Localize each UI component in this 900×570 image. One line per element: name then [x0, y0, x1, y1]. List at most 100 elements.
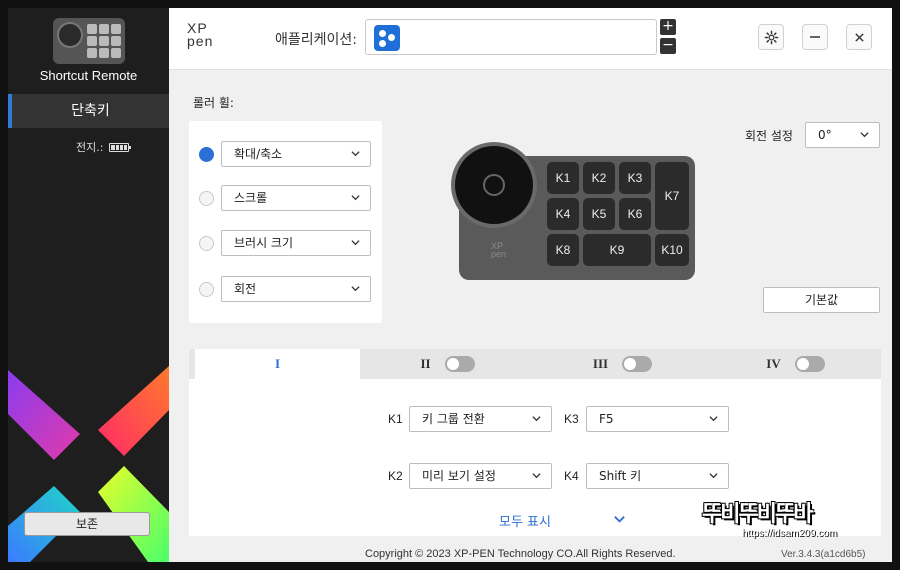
roller-option-row: 확대/축소 [199, 141, 371, 167]
chevron-down-icon [532, 473, 541, 479]
chevron-down-icon [351, 240, 360, 246]
tab-label: II [420, 356, 431, 371]
chevron-down-icon [709, 473, 718, 479]
group-4-toggle[interactable] [794, 356, 825, 372]
show-all-link[interactable]: 모두 표시 [499, 511, 551, 530]
xppen-logo: XP pen [187, 21, 227, 54]
device-key-k1[interactable]: K1 [547, 162, 579, 194]
rotation-value: 0° [818, 128, 832, 142]
key-assign-select-k3[interactable]: F5 [586, 406, 729, 432]
group-2-toggle[interactable] [444, 356, 475, 372]
chevron-down-icon [860, 132, 869, 138]
main-content: 롤러 휠: 확대/축소 스크롤 브러시 크기 회전 XP pen K1 K2 K… [169, 70, 892, 562]
group-3-toggle[interactable] [622, 356, 653, 372]
roller-radio-scroll[interactable] [199, 190, 214, 206]
battery-icon [109, 142, 132, 152]
roller-radio-rotate[interactable] [199, 281, 214, 297]
logo-line2: pen [187, 33, 214, 49]
device-thumbnail-keys [87, 24, 121, 58]
close-icon [854, 32, 864, 42]
gear-icon [764, 30, 778, 44]
key-assign-value: 미리 보기 설정 [422, 469, 496, 483]
key-assign-value: Shift 키 [599, 469, 642, 483]
tab-label: I [274, 356, 281, 371]
save-button[interactable]: 보존 [24, 512, 150, 536]
default-button[interactable]: 기본값 [763, 287, 880, 313]
battery-status: 전지.: [76, 139, 132, 155]
chevron-down-icon [709, 416, 718, 422]
sidebar-item-shortcut[interactable]: 단축키 [8, 94, 169, 128]
tab-group-2[interactable]: II [360, 349, 535, 379]
expand-chevron-icon[interactable] [613, 514, 626, 525]
key-assign-select-k4[interactable]: Shift 키 [586, 463, 729, 489]
roller-option-row: 회전 [199, 276, 371, 302]
device-key-k10[interactable]: K10 [655, 234, 689, 266]
device-key-k8[interactable]: K8 [547, 234, 579, 266]
key-assign-select-k1[interactable]: 키 그룹 전환 [409, 406, 552, 432]
roller-select-scroll[interactable]: 스크롤 [221, 185, 371, 211]
device-key-k5[interactable]: K5 [583, 198, 615, 230]
roller-option-row: 브러시 크기 [199, 230, 371, 256]
roller-radio-zoom[interactable] [199, 146, 214, 162]
roller-select-label: 브러시 크기 [234, 236, 294, 250]
key-group-tabs: I II III IV [189, 349, 881, 379]
rotation-select[interactable]: 0° [805, 122, 880, 148]
tab-group-1[interactable]: I [195, 349, 360, 379]
roller-select-label: 스크롤 [234, 191, 268, 205]
key-assign-label-k1: K1 [388, 412, 403, 426]
battery-label: 전지.: [76, 141, 104, 154]
chevron-down-icon [351, 286, 360, 292]
chevron-down-icon [532, 416, 541, 422]
rotation-setting-label: 회전 설정 [745, 129, 793, 143]
roller-select-rotate[interactable]: 회전 [221, 276, 371, 302]
roller-radio-brush-size[interactable] [199, 235, 214, 251]
key-assign-value: F5 [599, 412, 614, 426]
device-key-k2[interactable]: K2 [583, 162, 615, 194]
watermark-url: https://idsam209.com [742, 528, 838, 539]
device-key-k6[interactable]: K6 [619, 198, 651, 230]
version-text: Ver.3.4.3(a1cd6b5) [781, 549, 866, 560]
sidebar: Shortcut Remote 단축키 전지.: 보존 [8, 8, 169, 562]
roller-wheel-panel: 확대/축소 스크롤 브러시 크기 회전 [189, 121, 382, 323]
header: XP pen 애플리케이션: + − [169, 8, 892, 70]
device-brand-line2: pen [491, 249, 507, 259]
roller-option-row: 스크롤 [199, 185, 371, 211]
app-window: Shortcut Remote 단축키 전지.: 보존 XP pen 애플리케이… [8, 8, 892, 562]
tab-label: III [592, 356, 609, 371]
key-assign-label-k4: K4 [564, 469, 579, 483]
device-thumbnail-knob [57, 22, 83, 48]
key-assign-label-k2: K2 [388, 469, 403, 483]
device-roller-wheel[interactable] [451, 142, 537, 228]
chevron-down-icon [351, 195, 360, 201]
roller-select-brush-size[interactable]: 브러시 크기 [221, 230, 371, 256]
device-key-k7[interactable]: K7 [655, 162, 689, 230]
roller-select-label: 회전 [234, 282, 257, 296]
device-key-k3[interactable]: K3 [619, 162, 651, 194]
close-button[interactable] [846, 24, 872, 50]
all-apps-icon[interactable] [374, 25, 400, 51]
device-name: Shortcut Remote [39, 68, 138, 83]
key-assign-value: 키 그룹 전환 [422, 412, 485, 426]
device-key-k9[interactable]: K9 [583, 234, 651, 266]
application-label: 애플리케이션: [275, 32, 357, 48]
roller-wheel-title: 롤러 휠: [193, 96, 234, 110]
remove-application-button[interactable]: − [660, 38, 676, 54]
device-key-k4[interactable]: K4 [547, 198, 579, 230]
minimize-icon [810, 36, 820, 38]
watermark-text: 뚜비뚜비뚜바 [702, 502, 813, 527]
device-brand-logo: XP pen [491, 242, 507, 259]
application-selector[interactable] [365, 19, 657, 55]
add-application-button[interactable]: + [660, 19, 676, 35]
minimize-button[interactable] [802, 24, 828, 50]
device-thumbnail[interactable] [53, 18, 125, 64]
device-illustration: XP pen K1 K2 K3 K7 K4 K5 K6 K8 K9 K10 [451, 142, 695, 280]
tab-label: IV [766, 356, 781, 371]
copyright-text: Copyright © 2023 XP-PEN Technology CO.Al… [365, 548, 676, 560]
chevron-down-icon [351, 151, 360, 157]
key-assign-select-k2[interactable]: 미리 보기 설정 [409, 463, 552, 489]
tab-group-4[interactable]: IV [710, 349, 881, 379]
key-assign-label-k3: K3 [564, 412, 579, 426]
roller-select-zoom[interactable]: 확대/축소 [221, 141, 371, 167]
settings-button[interactable] [758, 24, 784, 50]
tab-group-3[interactable]: III [535, 349, 710, 379]
